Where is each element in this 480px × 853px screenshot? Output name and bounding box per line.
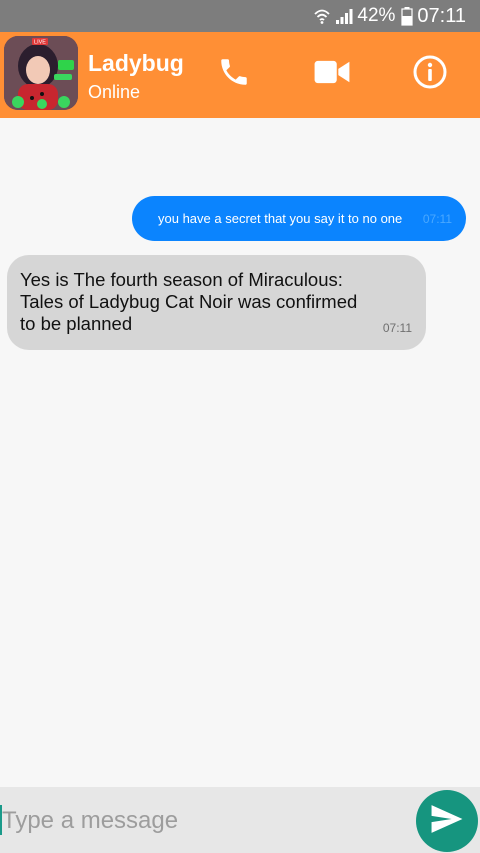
message-input[interactable]: [0, 801, 400, 841]
message-bubble-outgoing[interactable]: you have a secret that you say it to no …: [132, 196, 466, 241]
video-camera-icon: [313, 57, 351, 92]
contact-name[interactable]: Ladybug: [88, 50, 184, 77]
info-button[interactable]: [410, 54, 450, 94]
send-button[interactable]: [416, 790, 478, 852]
info-icon: [412, 54, 448, 95]
avatar-badge: LIVE: [34, 40, 46, 46]
send-icon: [428, 802, 466, 841]
avatar-image: LIVE: [4, 36, 78, 110]
battery-percent: 42%: [357, 5, 396, 26]
message-text: Yes is The fourth season of Miraculous: …: [20, 269, 358, 334]
phone-icon: [217, 55, 251, 94]
video-call-button[interactable]: [312, 54, 352, 94]
battery-icon: [401, 6, 414, 26]
composer-bar: [0, 787, 480, 853]
wifi-icon: [313, 7, 331, 25]
call-button[interactable]: [214, 54, 254, 94]
message-text: you have a secret that you say it to no …: [158, 211, 403, 226]
status-time: 07:11: [417, 4, 466, 27]
avatar[interactable]: LIVE: [4, 36, 78, 110]
message-time: 07:11: [382, 321, 412, 335]
signal-icon: [335, 7, 353, 25]
chat-header: LIVE Ladybug Online: [0, 32, 480, 118]
message-time: 07:11: [422, 211, 452, 226]
message-bubble-incoming[interactable]: Yes is The fourth season of Miraculous: …: [7, 255, 426, 350]
contact-status: Online: [88, 82, 141, 102]
status-bar: 42% 07:11: [0, 0, 480, 32]
chat-screen: 42% 07:11 LIVE Ladybug Online you have a…: [0, 0, 480, 853]
